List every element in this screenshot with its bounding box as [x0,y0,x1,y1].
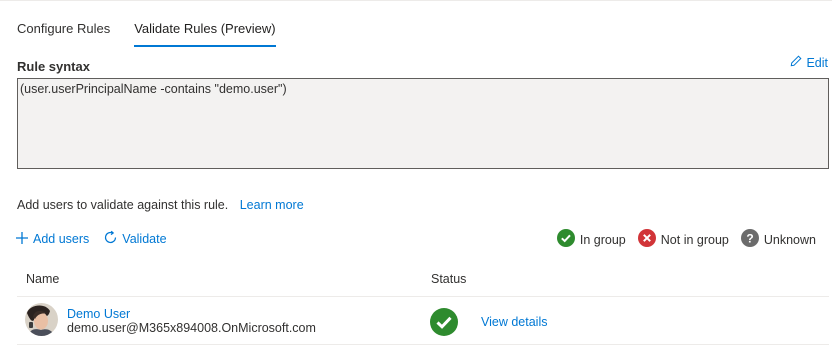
validate-label: Validate [122,232,167,246]
tab-validate-rules[interactable]: Validate Rules (Preview) [134,20,276,47]
question-circle-icon: ? [740,229,759,250]
user-email: demo.user@M365x894008.OnMicrosoft.com [67,321,316,335]
check-circle-icon [556,229,575,250]
rule-syntax-label: Rule syntax [17,59,90,74]
column-header-status[interactable]: Status [431,272,466,286]
tab-configure-rules[interactable]: Configure Rules [17,20,110,46]
rule-syntax-textbox[interactable]: (user.userPrincipalName -contains "demo.… [17,78,829,169]
error-circle-icon [637,229,656,250]
action-bar: Add users Validate [15,230,167,248]
add-users-button[interactable]: Add users [15,231,89,248]
legend-in-group: In group [556,229,626,250]
user-name-link[interactable]: Demo User [67,307,130,321]
tab-bar: Configure Rules Validate Rules (Preview) [17,20,276,47]
legend-not-in-group: Not in group [637,229,729,250]
top-divider [0,0,832,1]
validate-description-text: Add users to validate against this rule. [17,198,229,212]
validate-button[interactable]: Validate [103,230,167,248]
learn-more-link[interactable]: Learn more [240,198,304,212]
edit-label: Edit [806,55,828,70]
svg-text:?: ? [746,231,753,245]
view-details-link[interactable]: View details [481,315,547,329]
header-divider [17,296,829,297]
plus-icon [15,231,29,248]
row-divider [17,344,829,345]
status-in-group-icon [430,308,458,336]
pencil-icon [790,55,802,70]
refresh-icon [103,230,118,248]
status-legend: In group Not in group ? Unknown [556,229,816,250]
edit-button[interactable]: Edit [790,55,828,70]
avatar [25,303,58,336]
validate-description: Add users to validate against this rule.… [17,198,304,212]
legend-unknown: ? Unknown [740,229,816,250]
add-users-label: Add users [33,232,90,246]
column-header-name[interactable]: Name [26,272,59,286]
